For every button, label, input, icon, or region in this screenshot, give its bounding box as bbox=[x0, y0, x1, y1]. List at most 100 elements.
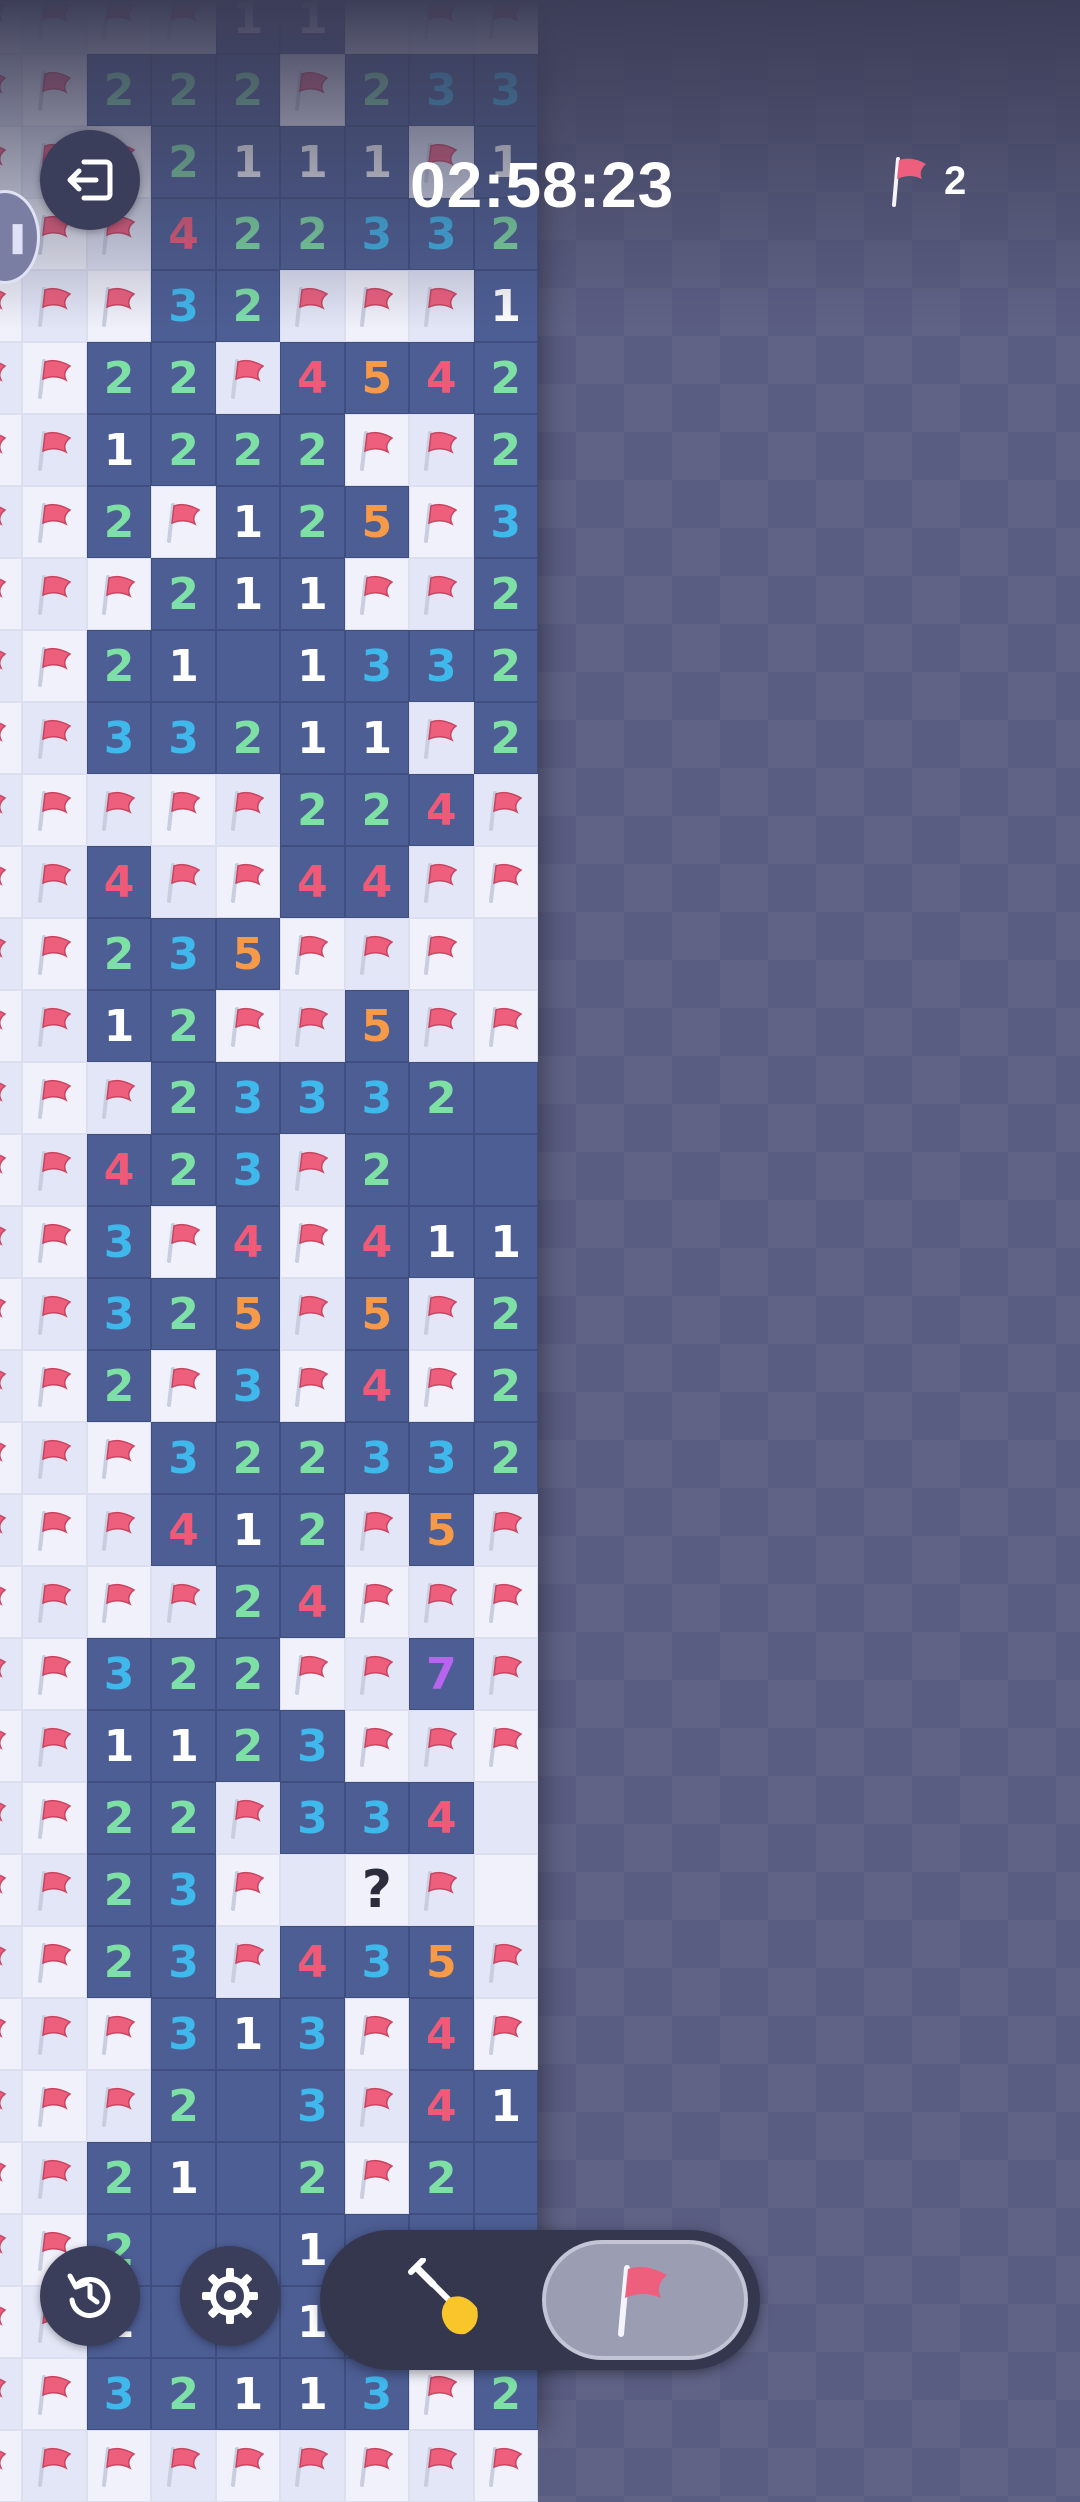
number-cell[interactable]: 2 bbox=[215, 54, 281, 126]
flagged-cell[interactable] bbox=[0, 1206, 23, 1278]
number-cell[interactable]: 2 bbox=[215, 1422, 281, 1494]
number-cell[interactable]: 1 bbox=[473, 270, 538, 342]
number-cell[interactable]: 2 bbox=[86, 918, 152, 990]
number-cell[interactable]: 1 bbox=[409, 1206, 474, 1278]
number-cell[interactable]: 2 bbox=[215, 270, 281, 342]
number-cell[interactable]: 2 bbox=[151, 1782, 216, 1854]
number-cell[interactable]: 3 bbox=[409, 1422, 474, 1494]
flagged-cell[interactable] bbox=[473, 1638, 538, 1710]
number-cell[interactable]: 3 bbox=[151, 1422, 216, 1494]
number-cell[interactable]: 2 bbox=[86, 1782, 152, 1854]
flagged-cell[interactable] bbox=[0, 1566, 23, 1638]
covered-cell[interactable] bbox=[344, 0, 410, 54]
flagged-cell[interactable] bbox=[0, 1854, 23, 1926]
number-cell[interactable]: 2 bbox=[151, 1134, 216, 1206]
flagged-cell[interactable] bbox=[344, 414, 410, 486]
flagged-cell[interactable] bbox=[86, 2070, 152, 2142]
flagged-cell[interactable] bbox=[409, 918, 474, 990]
question-cell[interactable]: ? bbox=[344, 1854, 410, 1926]
flagged-cell[interactable] bbox=[280, 1206, 345, 1278]
number-cell[interactable]: 1 bbox=[86, 1710, 152, 1782]
number-cell[interactable]: 5 bbox=[344, 990, 410, 1062]
flagged-cell[interactable] bbox=[280, 2430, 345, 2502]
number-cell[interactable]: 3 bbox=[151, 1998, 216, 2070]
flagged-cell[interactable] bbox=[0, 918, 23, 990]
number-cell[interactable]: 3 bbox=[409, 630, 474, 702]
flagged-cell[interactable] bbox=[409, 1854, 474, 1926]
flagged-cell[interactable] bbox=[22, 1278, 87, 1350]
number-cell[interactable]: 2 bbox=[473, 342, 538, 414]
number-cell[interactable]: 2 bbox=[215, 1566, 281, 1638]
number-cell[interactable]: 2 bbox=[215, 702, 281, 774]
number-cell[interactable]: 4 bbox=[86, 846, 152, 918]
flagged-cell[interactable] bbox=[22, 630, 87, 702]
flagged-cell[interactable] bbox=[22, 1350, 87, 1422]
flagged-cell[interactable] bbox=[0, 1062, 23, 1134]
flagged-cell[interactable] bbox=[280, 270, 345, 342]
flagged-cell[interactable] bbox=[0, 1782, 23, 1854]
number-cell[interactable]: 3 bbox=[151, 1854, 216, 1926]
number-cell[interactable]: 1 bbox=[280, 702, 345, 774]
flagged-cell[interactable] bbox=[215, 2430, 281, 2502]
flagged-cell[interactable] bbox=[22, 990, 87, 1062]
empty-cell[interactable] bbox=[409, 1134, 474, 1206]
flagged-cell[interactable] bbox=[344, 1494, 410, 1566]
number-cell[interactable]: 1 bbox=[473, 2070, 538, 2142]
number-cell[interactable]: 1 bbox=[215, 1494, 281, 1566]
number-cell[interactable]: 1 bbox=[280, 2358, 345, 2430]
flagged-cell[interactable] bbox=[473, 1998, 538, 2070]
number-cell[interactable]: 2 bbox=[151, 1638, 216, 1710]
number-cell[interactable]: 3 bbox=[473, 54, 538, 126]
flagged-cell[interactable] bbox=[409, 846, 474, 918]
flagged-cell[interactable] bbox=[0, 342, 23, 414]
flagged-cell[interactable] bbox=[22, 1062, 87, 1134]
number-cell[interactable]: 2 bbox=[280, 2142, 345, 2214]
flagged-cell[interactable] bbox=[473, 990, 538, 1062]
flagged-cell[interactable] bbox=[22, 342, 87, 414]
flagged-cell[interactable] bbox=[22, 1854, 87, 1926]
flagged-cell[interactable] bbox=[86, 270, 152, 342]
flagged-cell[interactable] bbox=[409, 1566, 474, 1638]
number-cell[interactable]: 4 bbox=[280, 342, 345, 414]
number-cell[interactable]: 5 bbox=[409, 1494, 474, 1566]
number-cell[interactable]: 2 bbox=[473, 1422, 538, 1494]
flagged-cell[interactable] bbox=[86, 1494, 152, 1566]
flagged-cell[interactable] bbox=[409, 486, 474, 558]
number-cell[interactable]: 2 bbox=[344, 774, 410, 846]
flagged-cell[interactable] bbox=[22, 270, 87, 342]
flagged-cell[interactable] bbox=[0, 1710, 23, 1782]
flagged-cell[interactable] bbox=[0, 486, 23, 558]
number-cell[interactable]: 4 bbox=[151, 1494, 216, 1566]
number-cell[interactable]: 3 bbox=[344, 1422, 410, 1494]
flagged-cell[interactable] bbox=[151, 2430, 216, 2502]
number-cell[interactable]: 3 bbox=[215, 1134, 281, 1206]
flagged-cell[interactable] bbox=[280, 1350, 345, 1422]
flagged-cell[interactable] bbox=[0, 990, 23, 1062]
number-cell[interactable]: 2 bbox=[86, 1854, 152, 1926]
flagged-cell[interactable] bbox=[86, 1998, 152, 2070]
flagged-cell[interactable] bbox=[409, 702, 474, 774]
number-cell[interactable]: 2 bbox=[215, 1710, 281, 1782]
number-cell[interactable]: 5 bbox=[215, 1278, 281, 1350]
number-cell[interactable]: 1 bbox=[151, 1710, 216, 1782]
minesweeper-board[interactable]: 1122223321111422332321224542122222125321… bbox=[0, 0, 538, 2502]
number-cell[interactable]: 3 bbox=[151, 918, 216, 990]
covered-cell[interactable] bbox=[473, 1782, 538, 1854]
flagged-cell[interactable] bbox=[409, 990, 474, 1062]
flagged-cell[interactable] bbox=[473, 1926, 538, 1998]
number-cell[interactable]: 1 bbox=[344, 126, 410, 198]
number-cell[interactable]: 1 bbox=[86, 990, 152, 1062]
exit-button[interactable] bbox=[40, 130, 140, 230]
flagged-cell[interactable] bbox=[344, 1710, 410, 1782]
flagged-cell[interactable] bbox=[22, 1638, 87, 1710]
flagged-cell[interactable] bbox=[473, 774, 538, 846]
flagged-cell[interactable] bbox=[344, 2142, 410, 2214]
flagged-cell[interactable] bbox=[22, 1782, 87, 1854]
flagged-cell[interactable] bbox=[22, 486, 87, 558]
number-cell[interactable]: 4 bbox=[344, 1350, 410, 1422]
flagged-cell[interactable] bbox=[0, 1998, 23, 2070]
flagged-cell[interactable] bbox=[215, 990, 281, 1062]
number-cell[interactable]: 2 bbox=[344, 1134, 410, 1206]
number-cell[interactable]: 7 bbox=[409, 1638, 474, 1710]
number-cell[interactable]: 3 bbox=[280, 1998, 345, 2070]
